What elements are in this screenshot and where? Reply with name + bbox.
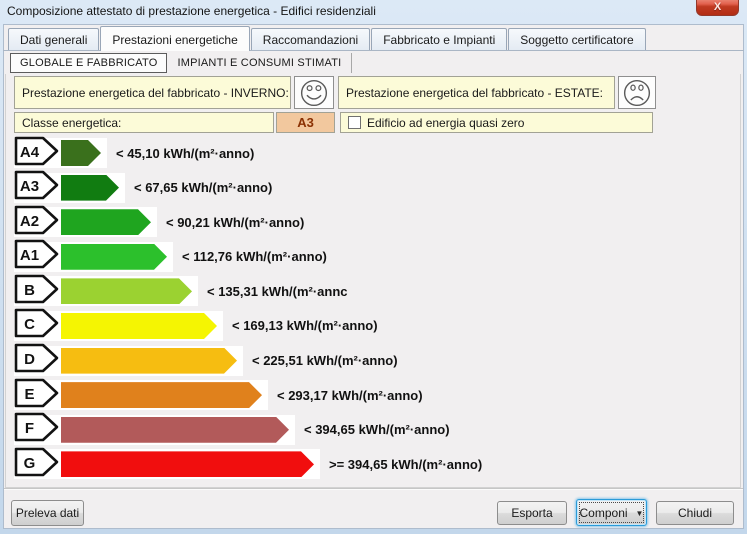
main-tabs: Dati generali Prestazioni energetiche Racc… — [3, 26, 744, 51]
energy-row-strip: A1 — [14, 239, 173, 274]
preleva-dati-label: Preleva dati — [15, 506, 80, 520]
energy-row-g: G >= 394,65 kWh/(m²·anno) — [14, 447, 483, 482]
energy-row-strip: E — [14, 378, 268, 413]
energy-row-label: < 293,17 kWh/(m²·anno) — [277, 387, 423, 403]
svg-text:E: E — [24, 386, 34, 403]
energy-row-strip: A3 — [14, 170, 125, 205]
window-titlebar: Composizione attestato di prestazione en… — [0, 0, 747, 24]
svg-text:D: D — [24, 351, 35, 368]
energy-arrow — [61, 278, 192, 304]
class-badge: G — [14, 447, 60, 482]
footer-divider — [4, 488, 743, 490]
energy-arrow — [61, 175, 119, 201]
estate-label: Prestazione energetica del fabbricato - … — [346, 85, 604, 100]
energy-row-a2: A2 < 90,21 kWh/(m²·anno) — [14, 205, 482, 240]
estate-rating-box — [618, 76, 656, 109]
energy-row-strip: C — [14, 308, 223, 343]
class-badge: F — [14, 412, 60, 447]
svg-text:A3: A3 — [20, 178, 39, 195]
class-badge: E — [14, 378, 60, 413]
inverno-rating-box — [294, 76, 334, 109]
energy-row-strip: F — [14, 412, 295, 447]
classe-energetica-label: Classe energetica: — [22, 115, 122, 130]
classe-energetica-value: A3 — [276, 112, 335, 133]
energy-row-label: < 45,10 kWh/(m²·anno) — [116, 145, 255, 161]
esporta-button[interactable]: Esporta — [497, 501, 567, 525]
energy-row-b: B < 135,31 kWh/(m²·annc — [14, 274, 482, 309]
energy-row-a4: A4 < 45,10 kWh/(m²·anno) — [14, 136, 482, 171]
energy-arrow — [61, 451, 314, 477]
tab-soggetto-certificatore[interactable]: Soggetto certificatore — [508, 28, 646, 50]
energy-row-strip: A4 — [14, 136, 107, 171]
svg-text:G: G — [24, 455, 36, 472]
inverno-label: Prestazione energetica del fabbricato - … — [22, 85, 289, 100]
tab-raccomandazioni[interactable]: Raccomandazioni — [250, 28, 371, 50]
energy-row-d: D < 225,51 kWh/(m²·anno) — [14, 343, 482, 378]
energy-row-label: < 225,51 kWh/(m²·anno) — [252, 353, 398, 369]
preleva-dati-button[interactable]: Preleva dati — [11, 500, 84, 526]
close-icon: X — [713, 0, 722, 13]
subtab-impianti-e-consumi-stimati[interactable]: IMPIANTI E CONSUMI STIMATI — [167, 53, 353, 73]
componi-label: Componi — [579, 505, 628, 520]
chiudi-label: Chiudi — [677, 506, 713, 520]
subtab-globale-e-fabbricato[interactable]: GLOBALE E FABBRICATO — [10, 53, 168, 73]
class-badge: A2 — [14, 205, 60, 240]
nzeb-label: Edificio ad energia quasi zero — [367, 115, 525, 130]
energy-arrow — [61, 209, 151, 235]
svg-text:A2: A2 — [20, 213, 39, 230]
chiudi-button[interactable]: Chiudi — [656, 501, 734, 525]
energy-row-label: < 90,21 kWh/(m²·anno) — [166, 214, 305, 230]
energy-arrow — [61, 140, 101, 166]
class-badge: A3 — [14, 170, 60, 205]
sub-tabs: GLOBALE E FABBRICATO IMPIANTI E CONSUMI S… — [3, 52, 744, 74]
energy-row-label: < 394,65 kWh/(m²·anno) — [304, 422, 450, 438]
svg-text:A1: A1 — [20, 247, 39, 264]
tab-dati-generali[interactable]: Dati generali — [8, 28, 100, 50]
class-badge: D — [14, 343, 60, 378]
energy-row-strip: A2 — [14, 205, 157, 240]
energy-row-a1: A1 < 112,76 kWh/(m²·anno) — [14, 239, 482, 274]
energy-row-label: >= 394,65 kWh/(m²·anno) — [329, 456, 483, 472]
energy-row-c: C < 169,13 kWh/(m²·anno) — [14, 308, 482, 343]
energy-row-a3: A3 < 67,65 kWh/(m²·anno) — [14, 170, 482, 205]
window: Composizione attestato di prestazione en… — [0, 0, 747, 534]
energy-row-f: F < 394,65 kWh/(m²·anno) — [14, 412, 482, 447]
energy-row-strip: D — [14, 343, 243, 378]
tab-fabbricato-e-impianti[interactable]: Fabbricato e Impianti — [371, 28, 508, 50]
energy-row-label: < 67,65 kWh/(m²·anno) — [134, 180, 273, 196]
energy-row-e: E < 293,17 kWh/(m²·anno) — [14, 378, 482, 413]
close-button[interactable]: X — [696, 0, 739, 16]
tab-prestazioni-energetiche[interactable]: Prestazioni energetiche — [100, 26, 250, 51]
svg-text:F: F — [25, 420, 34, 437]
chevron-down-icon: ▼ — [635, 508, 644, 518]
sad-face-icon — [623, 79, 651, 106]
energy-arrow — [61, 417, 289, 443]
nzeb-box: Edificio ad energia quasi zero — [340, 112, 653, 133]
energy-row-label: < 135,31 kWh/(m²·annc — [207, 283, 348, 299]
energy-scale: A4 < 45,10 kWh/(m²·anno) A3 < 67,65 kWh/(m²… — [14, 136, 483, 482]
energy-row-label: < 169,13 kWh/(m²·anno) — [232, 318, 378, 334]
energy-arrow — [61, 348, 237, 374]
esporta-label: Esporta — [511, 506, 553, 520]
energy-row-label: < 112,76 kWh/(m²·anno) — [182, 249, 327, 265]
class-badge: B — [14, 274, 60, 309]
energy-row-strip: G — [14, 447, 320, 482]
class-badge: C — [14, 308, 60, 343]
nzeb-checkbox[interactable] — [348, 116, 361, 129]
happy-face-icon — [300, 79, 328, 106]
energy-row-strip: B — [14, 274, 198, 309]
svg-text:B: B — [24, 282, 35, 299]
componi-button[interactable]: Componi ▼ — [576, 499, 647, 526]
svg-text:A4: A4 — [20, 144, 40, 161]
svg-text:C: C — [24, 316, 35, 333]
classe-energetica-box: Classe energetica: — [14, 112, 274, 133]
energy-arrow — [61, 244, 167, 270]
estate-panel: Prestazione energetica del fabbricato - … — [338, 76, 615, 109]
energy-arrow — [61, 313, 217, 339]
class-badge: A1 — [14, 239, 60, 274]
energy-arrow — [61, 382, 262, 408]
class-badge: A4 — [14, 136, 60, 171]
inverno-panel: Prestazione energetica del fabbricato - … — [14, 76, 291, 109]
window-title: Composizione attestato di prestazione en… — [7, 4, 376, 18]
